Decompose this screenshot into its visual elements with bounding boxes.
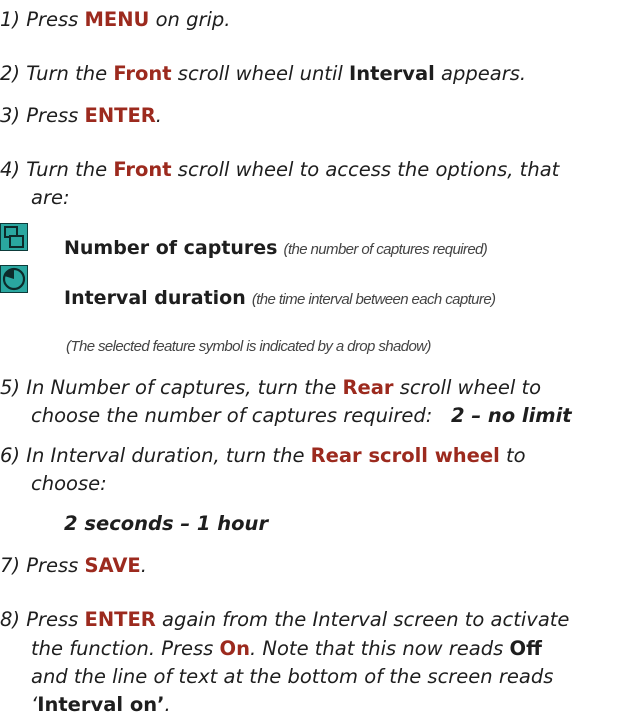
key-enter: ENTER	[84, 104, 156, 127]
step-text: again from the Interval screen to activa…	[155, 608, 570, 631]
key-enter: ENTER	[84, 608, 156, 631]
step-text: In Number of captures, turn the	[26, 376, 343, 399]
step-2: 2) Turn the Front scroll wheel until Int…	[0, 62, 526, 86]
step-text: choose the number of captures required:	[31, 404, 433, 427]
term-interval: Interval	[349, 62, 435, 85]
step-4: 4) Turn the Front scroll wheel to access…	[0, 158, 559, 182]
key-rear-scroll-wheel: Rear scroll wheel	[310, 444, 500, 467]
step-5-continued: choose the number of captures required: …	[31, 404, 572, 428]
step-5: 5) In Number of captures, turn the Rear …	[0, 376, 541, 400]
step-number: 6)	[0, 444, 21, 467]
step-3: 3) Press ENTER.	[0, 104, 162, 128]
step-number: 8)	[0, 608, 21, 631]
step-1: 1) Press MENU on grip.	[0, 8, 230, 32]
captures-icon	[0, 223, 28, 251]
step-text: to	[499, 444, 526, 467]
key-front: Front	[113, 62, 172, 85]
key-rear: Rear	[342, 376, 394, 399]
step-text: appears.	[434, 62, 527, 85]
feature-number-of-captures: Number of captures (the number of captur…	[64, 236, 488, 262]
step-text: .	[164, 693, 171, 716]
feature-description: (the number of captures required)	[283, 241, 488, 258]
selection-note: (The selected feature symbol is indicate…	[66, 338, 431, 355]
step-number: 3)	[0, 104, 21, 127]
duration-range: 2 seconds – 1 hour	[64, 512, 269, 535]
step-8-line-4: ‘Interval on’.	[31, 693, 171, 717]
key-on: On	[219, 637, 251, 660]
step-4-continued: are:	[31, 186, 70, 209]
step-text: the function. Press	[31, 637, 220, 660]
term-interval-on: Interval on’	[37, 693, 165, 716]
step-6-continued: choose:	[31, 472, 107, 495]
step-text: scroll wheel until	[171, 62, 349, 85]
feature-name: Interval duration	[64, 287, 246, 309]
step-text: Turn the	[26, 62, 114, 85]
step-text: . Note that this now reads	[250, 637, 510, 660]
term-off: Off	[509, 637, 542, 660]
step-number: 1)	[0, 8, 21, 31]
feature-description: (the time interval between each capture)	[251, 291, 496, 308]
step-7: 7) Press SAVE.	[0, 554, 147, 578]
step-number: 2)	[0, 62, 21, 85]
step-text: Press	[26, 8, 85, 31]
step-number: 7)	[0, 554, 21, 577]
step-text: Press	[26, 554, 85, 577]
captures-range: 2 – no limit	[450, 404, 572, 427]
step-6: 6) In Interval duration, turn the Rear s…	[0, 444, 526, 468]
step-text: on grip.	[149, 8, 231, 31]
step-text: Turn the	[26, 158, 114, 181]
step-text: Press	[26, 608, 85, 631]
step-8: 8) Press ENTER again from the Interval s…	[0, 608, 569, 632]
step-text: .	[155, 104, 162, 127]
key-save: SAVE	[84, 554, 141, 577]
key-front: Front	[113, 158, 172, 181]
interval-clock-icon	[0, 265, 28, 293]
feature-interval-duration: Interval duration (the time interval bet…	[64, 286, 496, 312]
step-number: 5)	[0, 376, 21, 399]
step-text: Press	[26, 104, 85, 127]
step-8-line-2: the function. Press On. Note that this n…	[31, 637, 542, 661]
step-8-line-3: and the line of text at the bottom of th…	[31, 665, 554, 688]
step-text: scroll wheel to access the options, that	[171, 158, 560, 181]
feature-name: Number of captures	[64, 237, 278, 259]
step-text: In Interval duration, turn the	[26, 444, 311, 467]
key-menu: MENU	[84, 8, 150, 31]
step-text: .	[140, 554, 147, 577]
step-text: scroll wheel to	[393, 376, 542, 399]
step-number: 4)	[0, 158, 21, 181]
